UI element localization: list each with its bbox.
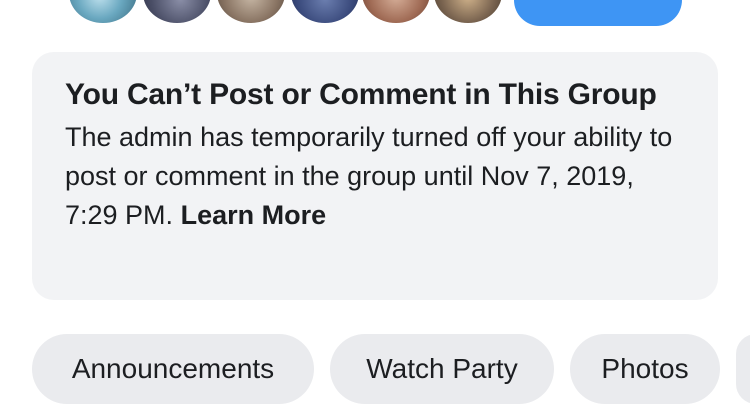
- member-avatar[interactable]: [66, 0, 140, 26]
- group-action-button[interactable]: [514, 0, 682, 26]
- member-avatar[interactable]: [288, 0, 362, 26]
- tab-label: Announcements: [71, 353, 275, 384]
- member-avatar[interactable]: [359, 0, 433, 26]
- tab-photos[interactable]: Photos: [570, 334, 720, 404]
- posting-restriction-notice: You Can’t Post or Comment in This Group …: [32, 52, 718, 300]
- member-avatar[interactable]: [140, 0, 214, 26]
- tab-more[interactable]: [736, 334, 750, 404]
- tab-label: Watch Party: [366, 353, 518, 384]
- tab-announcements[interactable]: Announcements: [32, 334, 314, 404]
- learn-more-link[interactable]: Learn More: [181, 200, 327, 230]
- notice-title: You Can’t Post or Comment in This Group: [65, 78, 657, 111]
- member-avatars: [0, 0, 750, 30]
- member-avatar[interactable]: [431, 0, 505, 26]
- member-avatar[interactable]: [214, 0, 288, 26]
- tab-watch-party[interactable]: Watch Party: [330, 334, 554, 404]
- notice-text: The admin has temporarily turned off you…: [65, 122, 673, 230]
- tab-label: Photos: [601, 353, 689, 384]
- notice-body: The admin has temporarily turned off you…: [65, 118, 688, 235]
